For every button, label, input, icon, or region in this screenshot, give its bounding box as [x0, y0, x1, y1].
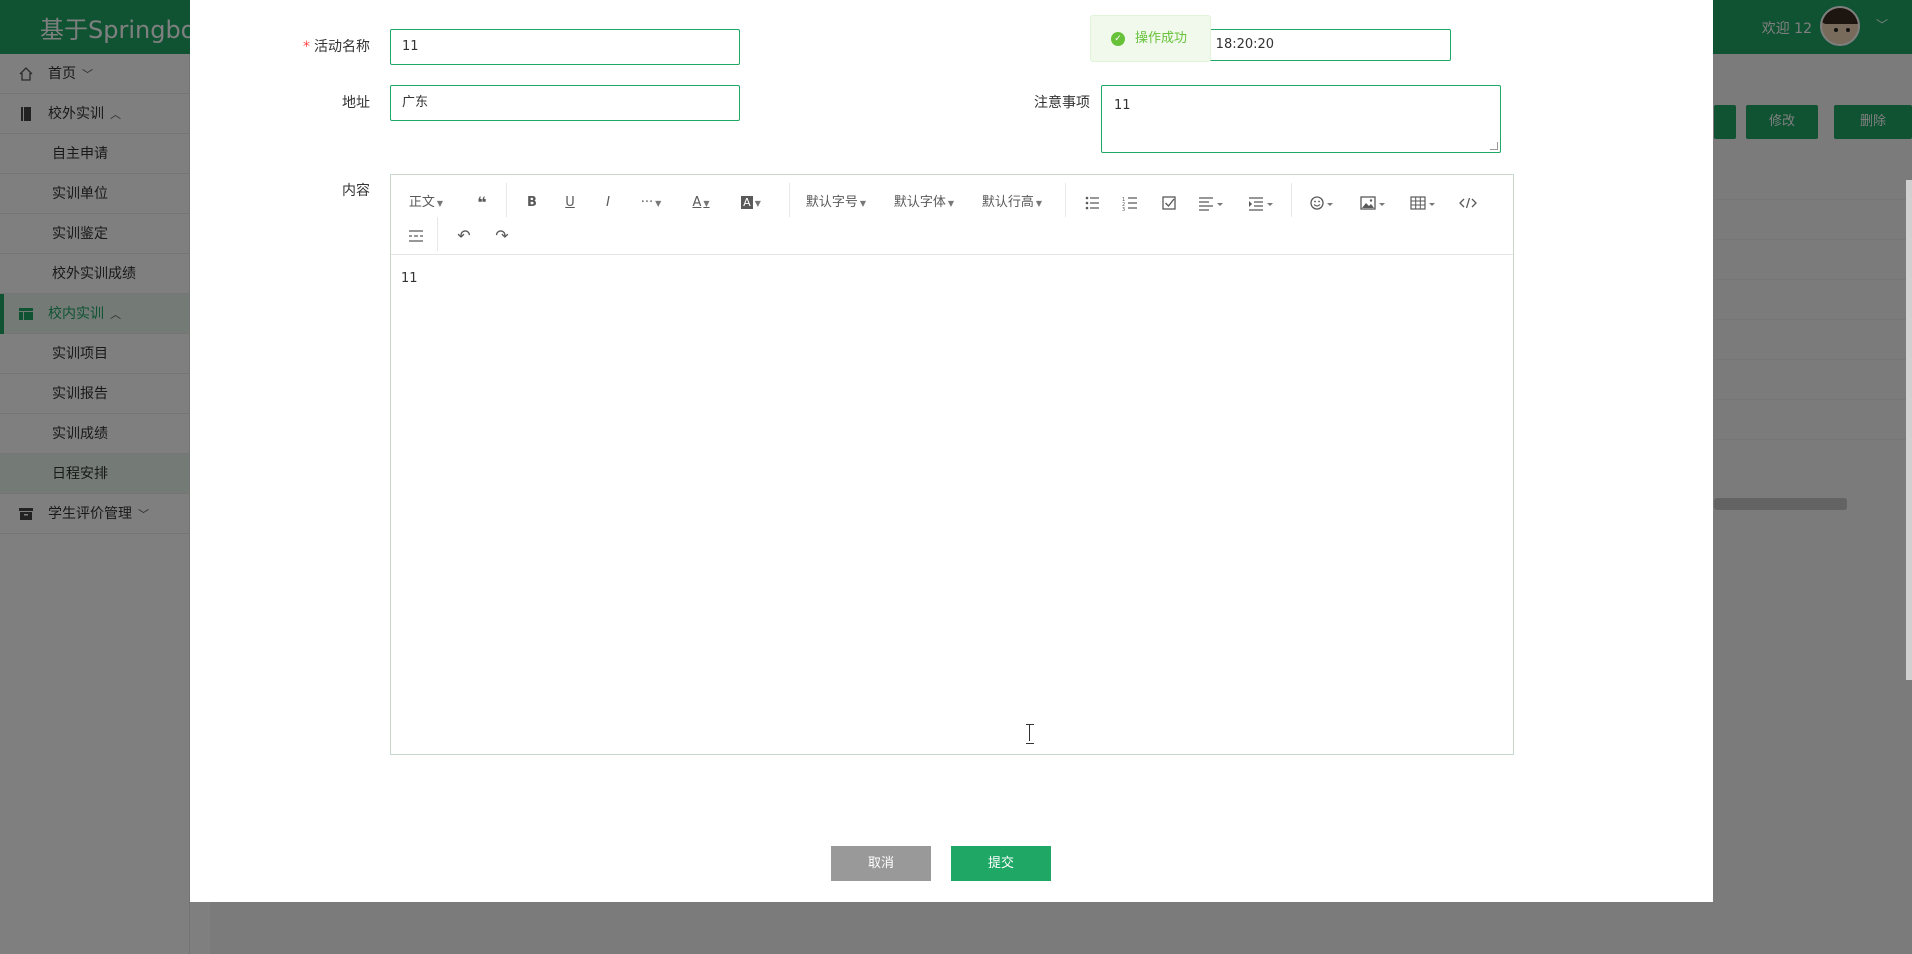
cancel-button[interactable]: 取消: [831, 846, 931, 881]
insert-table-button[interactable]: [1403, 188, 1443, 218]
font-color-button[interactable]: A ▼: [681, 188, 721, 218]
editor-content[interactable]: 11: [401, 271, 418, 286]
code-icon: [1459, 197, 1477, 209]
italic-button[interactable]: I: [593, 188, 623, 218]
image-icon: [1360, 196, 1385, 210]
activity-name-input[interactable]: 11: [390, 29, 740, 65]
numbered-list-button[interactable]: 123: [1117, 188, 1145, 218]
insert-image-button[interactable]: [1353, 188, 1393, 218]
bulleted-list-icon: [1085, 196, 1099, 210]
check-circle-icon: ✓: [1111, 32, 1125, 46]
quote-button[interactable]: ❝: [467, 188, 497, 218]
submit-button[interactable]: 提交: [951, 846, 1051, 881]
paragraph-style-select[interactable]: 正文 ▼: [405, 188, 447, 218]
toast-message: 操作成功: [1135, 31, 1188, 46]
bg-color-icon: A: [741, 196, 753, 209]
indent-icon: [1249, 197, 1273, 211]
todo-list-button[interactable]: [1155, 188, 1183, 218]
address-label: 地址: [342, 95, 370, 111]
notes-value: 11: [1114, 98, 1131, 113]
editor-toolbar: 正文 ▼ ❝ B U I ··· ▼ A ▼ A ▼ 默认字号 ▼ 默认字体 ▼ 默认行高 ▼…: [391, 175, 1513, 255]
redo-button[interactable]: ↷: [487, 221, 517, 251]
font-family-select[interactable]: 默认字体 ▼: [889, 188, 959, 218]
horizontal-rule-icon: [409, 230, 423, 242]
align-left-icon: [1199, 197, 1223, 211]
content-label: 内容: [342, 183, 370, 199]
emoji-button[interactable]: [1303, 188, 1343, 218]
line-height-select[interactable]: 默认行高 ▼: [977, 188, 1047, 218]
notes-label: 注意事项: [1034, 95, 1090, 111]
undo-button[interactable]: ↶: [449, 221, 479, 251]
more-styles-button[interactable]: ··· ▼: [631, 188, 671, 218]
resize-handle[interactable]: [1490, 142, 1498, 150]
bulleted-list-button[interactable]: [1079, 188, 1107, 218]
font-size-select[interactable]: 默认字号 ▼: [801, 188, 871, 218]
underline-button[interactable]: U: [555, 188, 585, 218]
text-cursor-icon: [1026, 724, 1034, 744]
success-toast: ✓ 操作成功: [1090, 15, 1211, 62]
align-select[interactable]: [1191, 188, 1231, 218]
bold-button[interactable]: B: [517, 188, 547, 218]
checkbox-icon: [1162, 196, 1176, 210]
code-view-button[interactable]: [1453, 188, 1483, 218]
activity-name-label: * 活动名称: [303, 39, 370, 55]
svg-text:3: 3: [1122, 207, 1125, 213]
indent-select[interactable]: [1241, 188, 1281, 218]
rich-text-editor: 正文 ▼ ❝ B U I ··· ▼ A ▼ A ▼ 默认字号 ▼ 默认字体 ▼ 默认行高 ▼…: [390, 174, 1514, 755]
smile-icon: [1310, 196, 1333, 210]
notes-textarea[interactable]: 11: [1101, 85, 1501, 153]
address-input[interactable]: 广东: [390, 85, 740, 121]
table-grid-icon: [1410, 196, 1435, 210]
vertical-scrollbar[interactable]: [1906, 180, 1912, 680]
background-color-button[interactable]: A ▼: [731, 188, 771, 218]
divider-button[interactable]: [401, 221, 431, 251]
numbered-list-icon: 123: [1122, 197, 1137, 213]
